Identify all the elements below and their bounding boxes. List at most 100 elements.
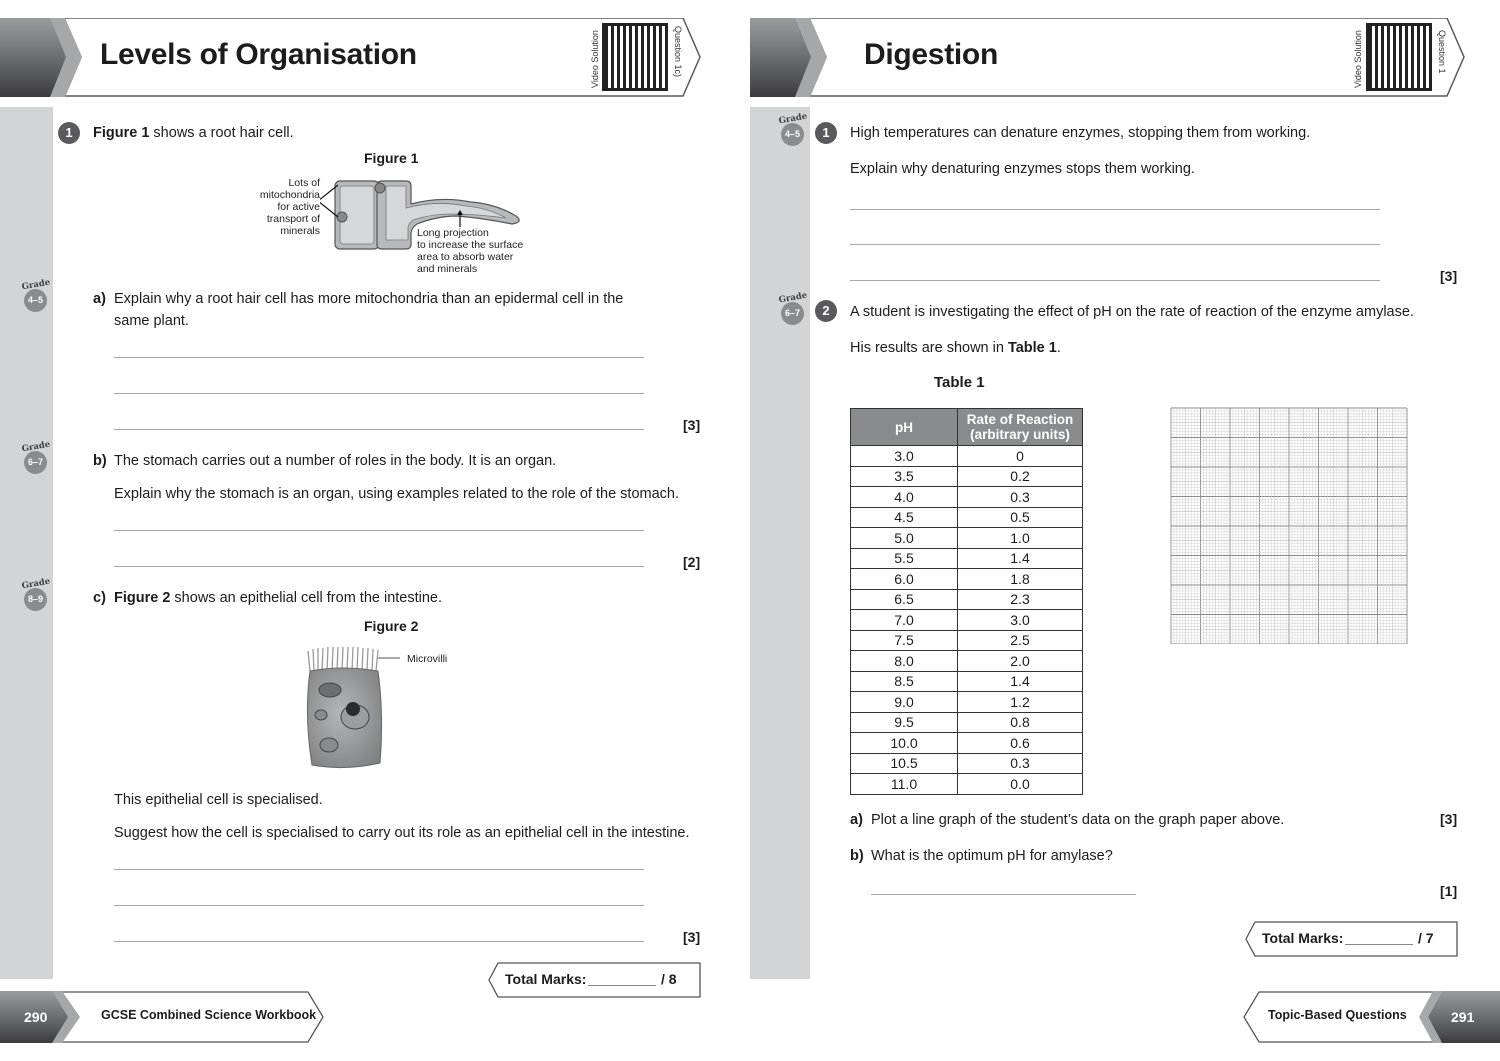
question-ref-label: Question 1c): [673, 26, 683, 78]
table-row: 10.0 0.6: [850, 732, 1083, 754]
cell-ph: 8.0: [850, 650, 958, 672]
table-row: 6.5 2.3: [850, 588, 1083, 610]
answer-line[interactable]: [850, 244, 1380, 245]
cell-rate: 0.2: [957, 465, 1083, 487]
cell-rate: 0.6: [957, 732, 1083, 754]
cell-rate: 0.8: [957, 711, 1083, 733]
cell-rate: 2.5: [957, 629, 1083, 651]
table-row: 7.0 3.0: [850, 609, 1083, 631]
cell-rate: 3.0: [957, 609, 1083, 631]
cell-rate: 0: [957, 445, 1083, 467]
projection-label: Long projection to increase the surface …: [417, 227, 524, 275]
marks-label: [3]: [1440, 268, 1458, 284]
cell-rate: 1.4: [957, 547, 1083, 569]
column-header-ph: pH: [850, 408, 958, 446]
answer-line[interactable]: [114, 530, 644, 531]
page-number: 291: [1451, 1009, 1475, 1025]
part-b-question: b): [93, 453, 107, 469]
table-header-row: pH Rate of Reaction (arbitrary units): [850, 408, 1083, 446]
table-row: 5.5 1.4: [850, 547, 1083, 569]
qr-code-icon[interactable]: [1366, 23, 1432, 91]
cell-rate: 2.0: [957, 650, 1083, 672]
cell-ph: 7.0: [850, 609, 958, 631]
marks-label: [3]: [683, 929, 701, 945]
cell-ph: 6.0: [850, 568, 958, 590]
answer-line[interactable]: [114, 869, 644, 870]
qr-code-icon[interactable]: [602, 23, 668, 91]
table-row: 8.0 2.0: [850, 650, 1083, 672]
left-margin-strip: [0, 107, 53, 979]
table-row: 11.0 0.0: [850, 773, 1083, 795]
question2-text: A student is investigating the effect of…: [850, 304, 1414, 320]
video-solution-label: Video Solution: [590, 30, 600, 88]
grade-badge: Grade 4–5: [21, 278, 51, 314]
cell-ph: 11.0: [850, 773, 958, 795]
answer-line[interactable]: [114, 566, 644, 567]
cell-ph: 10.0: [850, 732, 958, 754]
part-c-statement: This epithelial cell is specialised.: [114, 792, 323, 808]
part-b-question: b): [850, 848, 864, 864]
answer-line[interactable]: [114, 905, 644, 906]
marks-label: [3]: [683, 417, 701, 433]
question-ref-label: Question 1: [1437, 30, 1447, 74]
column-header-rate: Rate of Reaction (arbitrary units): [957, 408, 1083, 446]
marks-label: [1]: [1440, 883, 1458, 899]
total-marks-field[interactable]: [1345, 944, 1413, 945]
part-a-text: Explain why a root hair cell has more mi…: [114, 291, 624, 329]
answer-line[interactable]: [114, 357, 644, 358]
cell-rate: 0.0: [957, 773, 1083, 795]
table-row: 3.0 0: [850, 445, 1083, 467]
cell-ph: 5.5: [850, 547, 958, 569]
figure1-title: Figure 1: [364, 150, 419, 166]
part-c-text: Figure 2 shows an epithelial cell from t…: [114, 590, 443, 606]
part-a-question: a): [850, 812, 863, 828]
page-title: Levels of Organisation: [100, 38, 417, 71]
question-intro: Figure 1 shows a root hair cell.: [93, 124, 294, 142]
total-marks-label: Total Marks:: [505, 971, 587, 987]
answer-line[interactable]: [114, 941, 644, 942]
table-row: 6.0 1.8: [850, 568, 1083, 590]
microvilli-label: Microvilli: [407, 653, 448, 665]
answer-line[interactable]: [114, 429, 644, 430]
question-number-badge: 1: [58, 122, 80, 144]
question-number-badge: 2: [815, 300, 837, 322]
question1-text: High temperatures can denature enzymes, …: [850, 125, 1311, 141]
left-header-banner: Levels of Organisation Video Solution Qu…: [0, 18, 702, 97]
cell-rate: 1.8: [957, 568, 1083, 590]
answer-line[interactable]: [871, 894, 1136, 895]
table-row: 9.0 1.2: [850, 691, 1083, 713]
total-marks-max: / 7: [1418, 930, 1434, 946]
total-marks-box: Total Marks: / 7: [1245, 921, 1458, 957]
grade-badge: Grade 8–9: [21, 577, 51, 613]
cell-ph: 9.5: [850, 711, 958, 733]
total-marks-field[interactable]: [588, 985, 656, 986]
cell-ph: 6.5: [850, 588, 958, 610]
section-title: Topic-Based Questions: [1268, 1008, 1407, 1022]
mitochondria-label: Lots of mitochondria for active transpor…: [259, 177, 320, 237]
part-a-question: a): [93, 291, 106, 307]
cell-ph: 8.5: [850, 670, 958, 692]
right-footer: Topic-Based Questions 291: [1243, 991, 1500, 1043]
cell-rate: 1.4: [957, 670, 1083, 692]
table-row: 4.0 0.3: [850, 486, 1083, 508]
graph-paper-grid[interactable]: [1170, 407, 1408, 644]
cell-ph: 9.0: [850, 691, 958, 713]
table-row: 10.5 0.3: [850, 752, 1083, 774]
cell-rate: 2.3: [957, 588, 1083, 610]
marks-label: [3]: [1440, 811, 1458, 827]
cell-ph: 7.5: [850, 629, 958, 651]
table-row: 7.5 2.5: [850, 629, 1083, 651]
table-row: 9.5 0.8: [850, 711, 1083, 733]
cell-ph: 4.0: [850, 486, 958, 508]
answer-line[interactable]: [850, 280, 1380, 281]
cell-rate: 1.2: [957, 691, 1083, 713]
cell-rate: 0.3: [957, 752, 1083, 774]
left-footer: 290 GCSE Combined Science Workbook: [0, 991, 325, 1043]
book-title: GCSE Combined Science Workbook: [101, 1008, 317, 1022]
cell-ph: 3.0: [850, 445, 958, 467]
part-c-prompt: Suggest how the cell is specialised to c…: [114, 825, 690, 841]
cell-rate: 0.5: [957, 506, 1083, 528]
answer-line[interactable]: [850, 209, 1380, 210]
part-b-text: What is the optimum pH for amylase?: [871, 848, 1113, 864]
answer-line[interactable]: [114, 393, 644, 394]
